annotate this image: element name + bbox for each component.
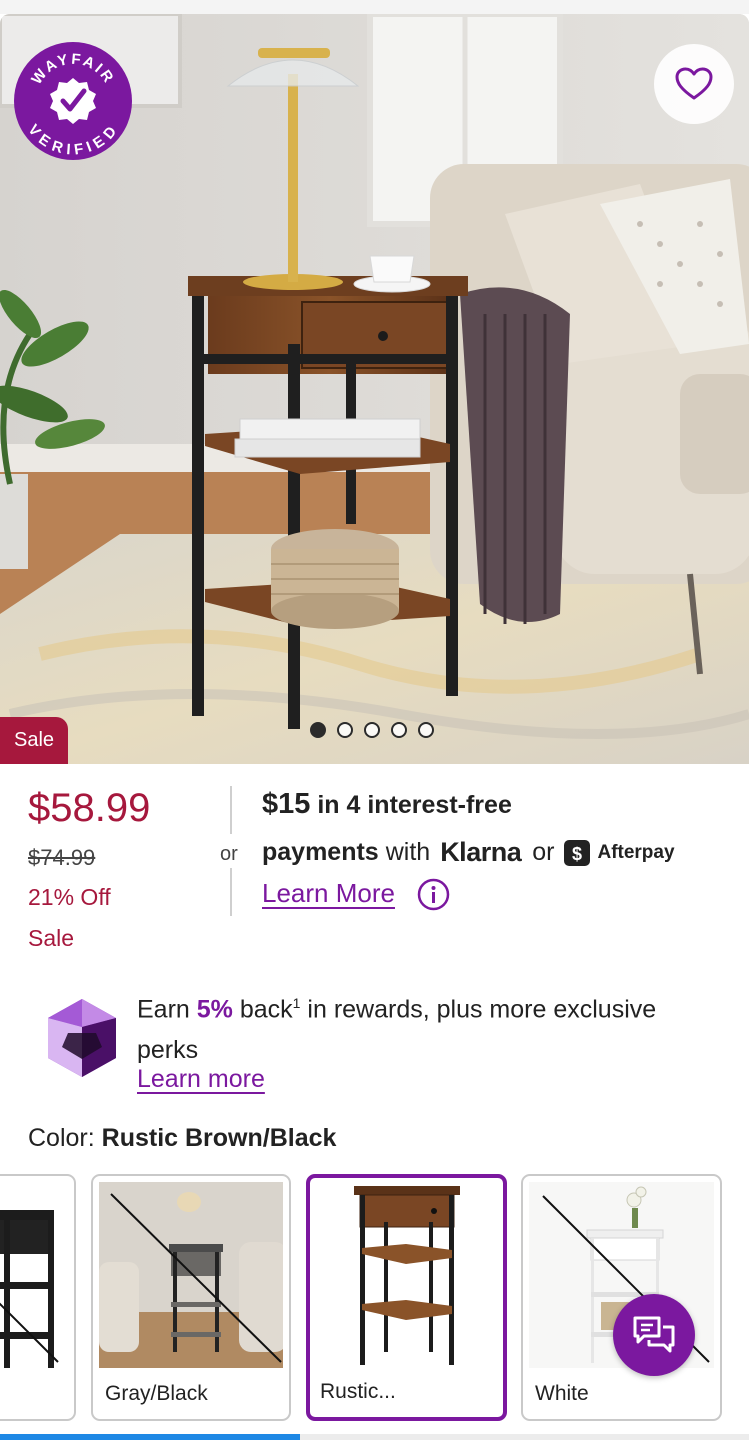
carousel-dot[interactable] [391, 722, 407, 738]
original-price: $74.99 [28, 845, 96, 870]
financing-line-1: $15 in 4 interest-free [262, 788, 512, 821]
financing-terms: in 4 interest-free [310, 791, 512, 819]
selected-color-name: Rustic Brown/Black [101, 1124, 337, 1152]
swatch-thumbnail [0, 1182, 68, 1368]
page-progress-track [0, 1434, 749, 1440]
carousel-dot[interactable] [418, 722, 434, 738]
carousel-dot[interactable] [310, 722, 326, 738]
rewards-gem-icon [48, 999, 116, 1077]
carousel-dot[interactable] [337, 722, 353, 738]
sale-label: Sale [28, 925, 75, 951]
klarna-logo: Klarna [440, 837, 522, 867]
sale-price: $58.99 [28, 786, 151, 830]
color-swatch-gray-black[interactable]: Gray/Black [91, 1174, 291, 1421]
page-progress-bar [0, 1434, 300, 1440]
verified-seal-icon [50, 78, 96, 124]
chat-button[interactable] [613, 1294, 695, 1376]
financing-learn-more-link[interactable]: Learn More [262, 878, 395, 909]
heart-icon [675, 67, 713, 100]
carousel-dot[interactable] [364, 722, 380, 738]
swatch-thumbnail [99, 1182, 283, 1368]
swatch-label: Gray/Black [105, 1382, 208, 1405]
info-icon[interactable] [417, 878, 450, 911]
rewards-text: Earn 5% back1 in rewards, plus more excl… [137, 983, 717, 1071]
sale-tag: Sale [0, 717, 69, 764]
product-image-carousel[interactable]: WAYFAIR VERIFIED [0, 14, 749, 764]
afterpay-logo: Afterpay [597, 841, 675, 863]
rewards-percent: 5% [196, 995, 233, 1024]
svg-text:VERIFIED: VERIFIED [24, 121, 121, 158]
rewards-learn-more-link[interactable]: Learn more [137, 1065, 265, 1094]
financing-line-2: payments with Klarna or $ Afterpay [262, 837, 675, 868]
or-separator: or [220, 843, 238, 865]
badge-bottom-text: VERIFIED [24, 121, 119, 158]
swatch-label: White [535, 1382, 589, 1405]
top-status-strip [0, 0, 749, 14]
carousel-dots [310, 722, 434, 738]
color-swatch[interactable] [0, 1174, 76, 1421]
afterpay-icon: $ [564, 839, 591, 866]
color-label-prefix: Color: [28, 1124, 102, 1152]
color-selector-label: Color: Rustic Brown/Black [28, 1124, 336, 1153]
payments-label: payments [262, 838, 379, 866]
swatch-label: Rustic... [320, 1380, 396, 1403]
svg-text:$: $ [572, 844, 582, 864]
chat-bubbles-icon [633, 1316, 675, 1353]
swatch-thumbnail [314, 1182, 499, 1368]
wayfair-verified-badge: WAYFAIR VERIFIED [14, 42, 132, 160]
or-label: or [532, 838, 555, 866]
divider [230, 786, 232, 834]
color-swatch-rustic-brown[interactable]: Rustic... [306, 1174, 507, 1421]
with-label: with [385, 838, 431, 866]
rewards-back: back [232, 995, 293, 1024]
rewards-earn: Earn [137, 995, 197, 1024]
favorite-button[interactable] [654, 44, 734, 124]
divider [230, 868, 232, 916]
color-swatch-white[interactable]: White [521, 1174, 722, 1421]
financing-amount: $15 [262, 788, 311, 820]
discount-percent: 21% Off [28, 884, 111, 910]
